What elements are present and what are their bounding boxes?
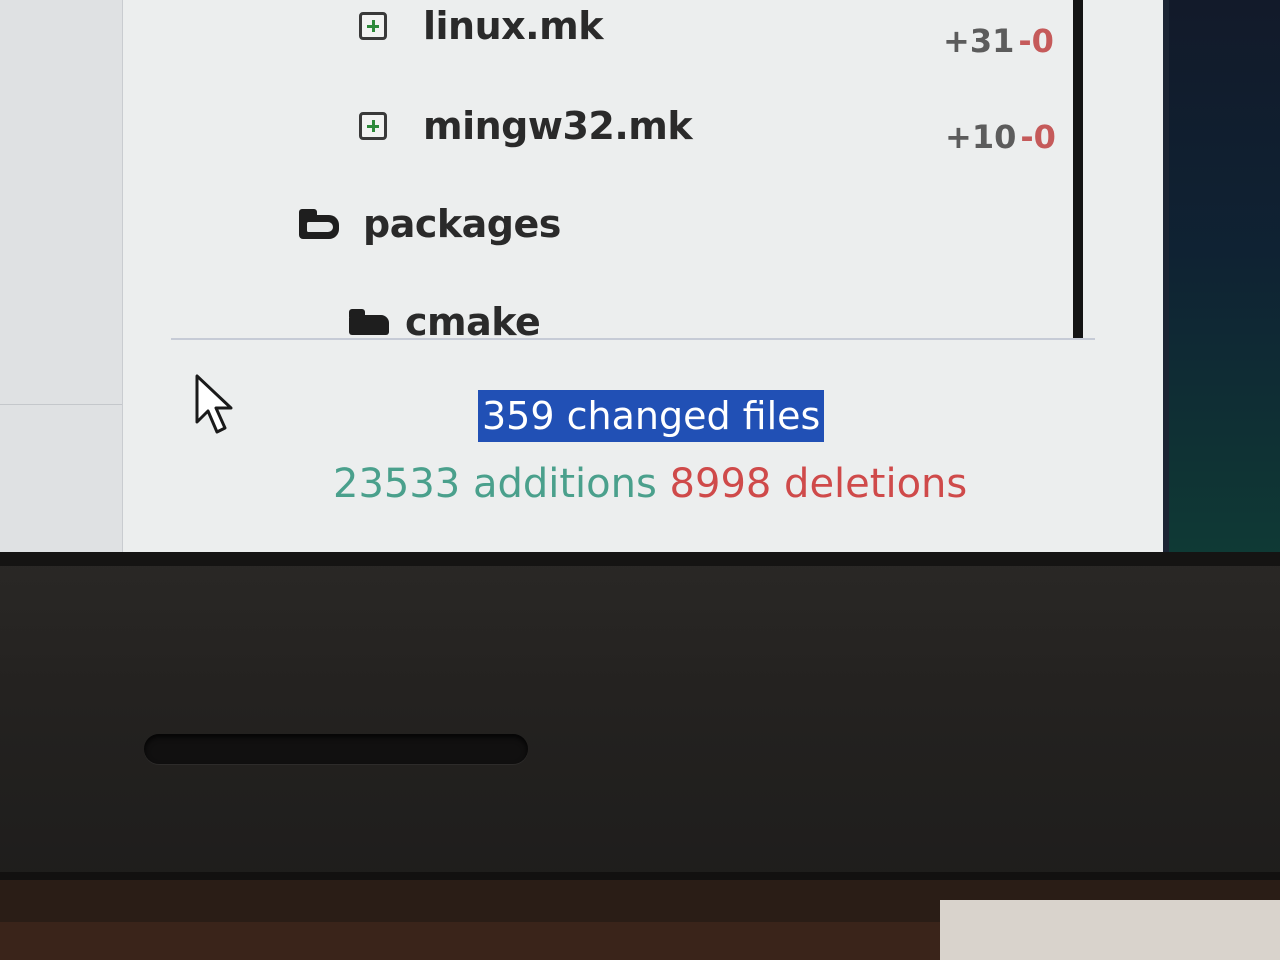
plus-square-icon [359,12,387,40]
sidebar-divider [0,404,122,405]
tree-folder-cmake[interactable]: cmake [349,300,541,338]
left-sidebar-panel [0,0,123,556]
tree-item-mingw32-mk[interactable]: mingw32.mk [359,104,693,148]
folder-icon [299,209,339,239]
file-name: mingw32.mk [423,104,693,148]
desk-surface [0,880,1280,960]
changed-files-count: 359 changed files [478,390,825,442]
diff-totals: 23533 additions 8998 deletions [333,458,967,510]
photo-stage: linux.mk +31 -0 mingw32.mk +10 -0 packag… [0,0,1280,960]
folder-name: cmake [405,300,541,338]
tree-folder-packages[interactable]: packages [299,202,561,246]
total-deletions: 8998 deletions [669,461,968,507]
total-additions: 23533 additions [333,461,657,507]
additions-count: +31 [943,22,1015,60]
laptop-bezel [0,552,1280,892]
deletions-count: -0 [1018,22,1054,60]
plus-square-icon [359,112,387,140]
file-stat-mingw32-mk: +10 -0 [945,118,1056,156]
diff-summary: 359 changed files 23533 additions 8998 d… [123,340,1163,556]
file-name: linux.mk [423,4,603,48]
tree-scrollbar[interactable] [1073,0,1083,338]
desktop-background [1163,0,1280,556]
mouse-pointer-icon [195,374,233,434]
folder-icon [349,309,389,335]
speaker-grille [144,734,528,764]
file-stat-linux-mk: +31 -0 [943,22,1054,60]
diff-summary-panel: linux.mk +31 -0 mingw32.mk +10 -0 packag… [123,0,1163,556]
additions-count: +10 [945,118,1017,156]
tree-item-linux-mk[interactable]: linux.mk [359,4,603,48]
folder-name: packages [363,202,561,246]
deletions-count: -0 [1020,118,1056,156]
changed-files-tree[interactable]: linux.mk +31 -0 mingw32.mk +10 -0 packag… [123,0,1083,338]
laptop-screen: linux.mk +31 -0 mingw32.mk +10 -0 packag… [0,0,1280,556]
